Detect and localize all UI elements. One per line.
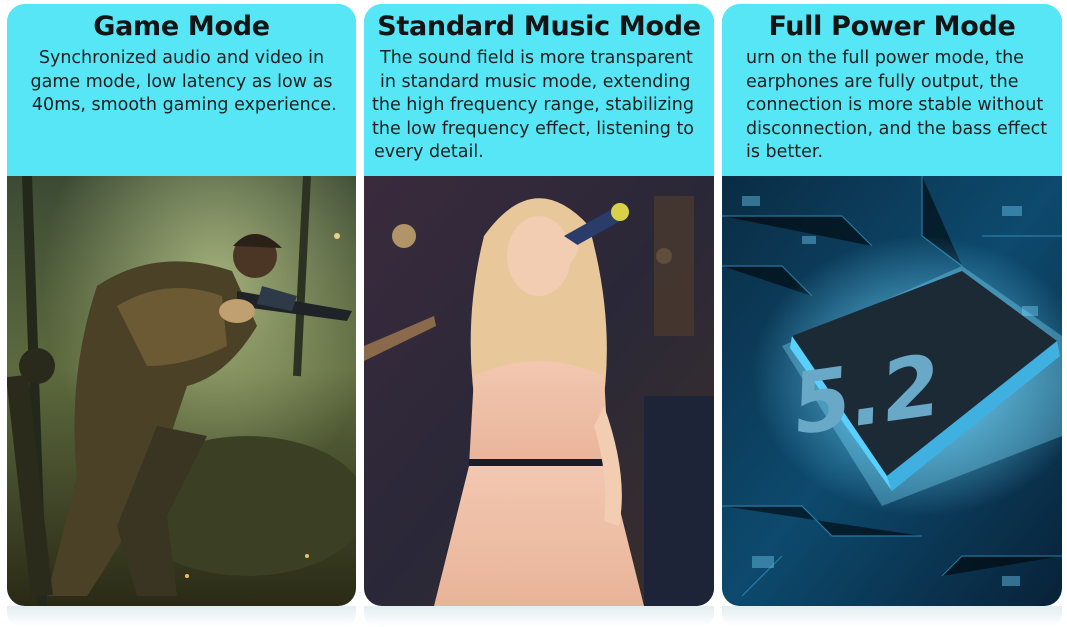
- desc-line: every detail.: [374, 142, 484, 162]
- power-mode-title: Full Power Mode: [768, 11, 1016, 42]
- music-mode-title: Standard Music Mode: [377, 11, 701, 42]
- game-mode-header: Game Mode Synchronized audio and video i…: [7, 4, 356, 174]
- standard-music-mode-card: Standard Music Mode The sound field is m…: [364, 4, 714, 606]
- card-reflection: [722, 606, 1062, 627]
- full-power-mode-card: Full Power Mode urn on the full power mo…: [722, 4, 1062, 606]
- desc-line: in standard music mode, extending: [380, 71, 691, 92]
- soldier-game-image: [7, 176, 356, 606]
- music-mode-header: Standard Music Mode The sound field is m…: [364, 4, 714, 174]
- desc-line: the low frequency effect, listening to: [372, 118, 695, 139]
- card-reflection: [364, 606, 714, 627]
- card-reflection: [7, 606, 356, 627]
- game-mode-card: Game Mode Synchronized audio and video i…: [7, 4, 356, 606]
- music-mode-description: The sound field is more transparent in s…: [364, 47, 714, 165]
- chip-version-label: 5.2: [791, 334, 942, 454]
- game-mode-description: Synchronized audio and video in game mod…: [7, 47, 356, 118]
- bluetooth-chip-image: 5.2: [722, 176, 1062, 606]
- power-mode-header: Full Power Mode urn on the full power mo…: [722, 4, 1062, 174]
- singer-image: [364, 176, 714, 606]
- desc-line: urn on the full power mode, the: [746, 48, 1024, 68]
- desc-line: the high frequency range, stabilizing: [372, 95, 694, 115]
- game-mode-title: Game Mode: [93, 11, 270, 42]
- feature-panels: Game Mode Synchronized audio and video i…: [0, 0, 1067, 627]
- desc-line: 40ms, smooth gaming experience.: [26, 95, 337, 115]
- desc-line: Synchronized audio and video in: [38, 48, 325, 68]
- desc-line: The sound field is more transparent: [380, 48, 693, 68]
- desc-line: disconnection, and the bass effect: [746, 118, 1048, 139]
- power-mode-description: urn on the full power mode, the earphone…: [722, 47, 1062, 165]
- desc-line: earphones are fully output, the: [746, 71, 1019, 92]
- desc-line: connection is more stable without: [746, 95, 1044, 115]
- desc-line: is better.: [746, 142, 824, 162]
- desc-line: game mode, low latency as low as: [30, 71, 333, 92]
